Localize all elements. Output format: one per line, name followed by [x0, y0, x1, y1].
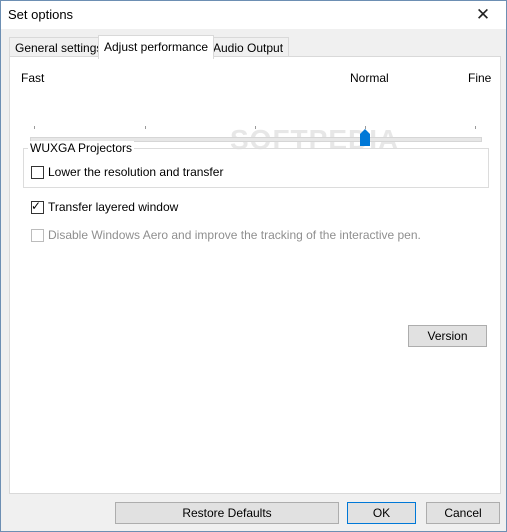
close-icon[interactable]: ✕ — [460, 1, 506, 29]
checkbox-box[interactable]: ✓ — [31, 198, 44, 214]
tab-adjust-performance[interactable]: Adjust performance — [98, 35, 215, 59]
dialog-content: General settings Adjust performance Audi… — [1, 29, 506, 531]
checkbox-box[interactable] — [31, 165, 44, 179]
slider-label-normal: Normal — [350, 71, 389, 85]
transfer-layered-window-checkbox[interactable]: ✓ Transfer layered window — [31, 198, 179, 214]
group-title: WUXGA Projectors — [28, 141, 135, 155]
slider-label-fine: Fine — [468, 71, 492, 85]
checkbox-label: Lower the resolution and transfer — [48, 165, 224, 179]
tab-general-settings[interactable]: General settings — [9, 37, 109, 58]
slider-tick — [475, 126, 476, 129]
checkbox-label: Disable Windows Aero and improve the tra… — [48, 228, 421, 242]
check-icon: ✓ — [31, 198, 42, 213]
slider-thumb[interactable] — [360, 129, 370, 146]
title-bar: Set options ✕ — [1, 1, 506, 29]
adjust-performance-panel: Fast Normal Fine SOFTPEDIA WUXGA Project… — [9, 56, 501, 494]
set-options-window: Set options ✕ General settings Adjust pe… — [0, 0, 507, 532]
tab-audio-output[interactable]: Audio Output — [207, 37, 290, 58]
ok-button[interactable]: OK — [347, 502, 416, 524]
checkbox-box — [31, 228, 44, 242]
disable-aero-checkbox: Disable Windows Aero and improve the tra… — [31, 228, 421, 242]
slider-tick — [34, 126, 35, 129]
checkbox-label: Transfer layered window — [48, 200, 179, 214]
window-title: Set options — [8, 7, 74, 22]
version-button[interactable]: Version — [408, 325, 487, 347]
slider-label-fast: Fast — [21, 71, 45, 85]
cancel-button[interactable]: Cancel — [426, 502, 500, 524]
lower-resolution-checkbox[interactable]: Lower the resolution and transfer — [31, 165, 223, 179]
slider-tick — [145, 126, 146, 129]
slider-tick — [255, 126, 256, 129]
restore-defaults-button[interactable]: Restore Defaults — [115, 502, 339, 524]
